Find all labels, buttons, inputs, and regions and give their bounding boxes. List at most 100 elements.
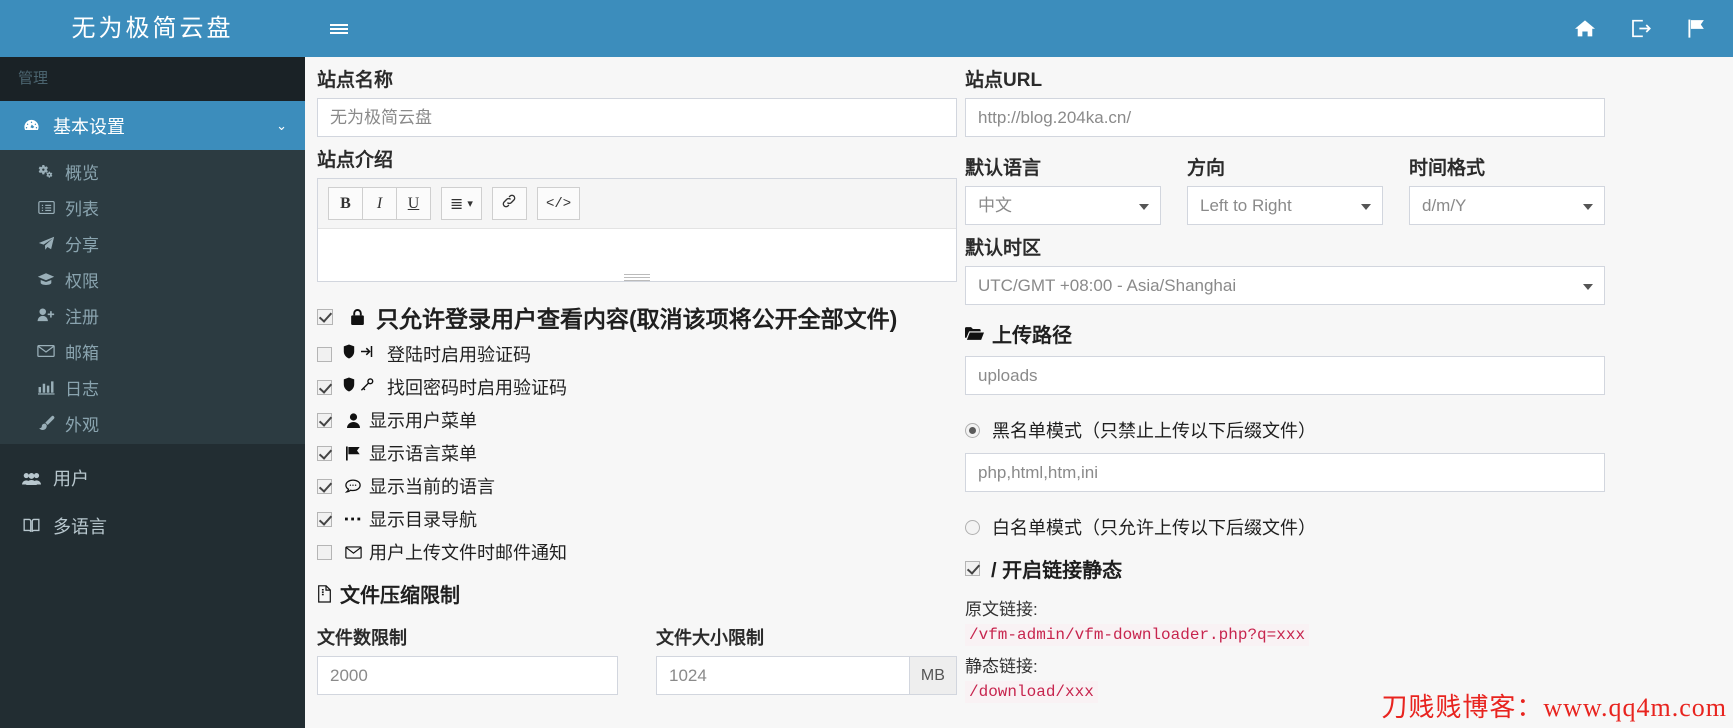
upload-path-title: 上传路径	[965, 319, 1605, 348]
sidebar: 无为极简云盘 管理 基本设置 ⌄ 概览 列表 分享 权限 注册 邮箱 日志 外观…	[0, 0, 305, 728]
static-link-row[interactable]: / 开启链接静态	[965, 554, 1605, 583]
time-format-select[interactable]: d/m/Y	[1409, 186, 1605, 225]
checkbox-label: 找回密码时启用验证码	[387, 378, 567, 398]
sidebar-divider	[0, 444, 305, 454]
sidebar-item-label: 多语言	[53, 517, 107, 537]
settings-checkbox-list: 只允许登录用户查看内容(取消该项将公开全部文件) 登陆时启用验证码 找回密码时启…	[317, 300, 957, 565]
blacklist-extensions-input[interactable]: php,html,htm,ini	[965, 453, 1605, 492]
checkbox-static-link[interactable]	[965, 561, 980, 576]
checkbox-row-login-only[interactable]: 只允许登录用户查看内容(取消该项将公开全部文件)	[317, 300, 957, 334]
sidebar-item-appearance[interactable]: 外观	[0, 405, 305, 441]
file-count-input[interactable]: 2000	[317, 656, 618, 695]
checkbox-upload-notify[interactable]	[317, 544, 332, 560]
chevron-down-icon	[1583, 203, 1593, 210]
checkbox-recover-captcha[interactable]	[317, 379, 332, 395]
shield-icon	[343, 377, 355, 397]
menu-toggle-button[interactable]	[321, 0, 357, 57]
blacklist-mode-row[interactable]: 黑名单模式（只禁止上传以下后缀文件）	[965, 417, 1605, 443]
checkbox-user-menu[interactable]	[317, 412, 332, 428]
bar-chart-icon	[34, 380, 58, 395]
checkbox-dir-nav[interactable]	[317, 511, 332, 527]
checkbox-row-upload-notify[interactable]: 用户上传文件时邮件通知	[317, 539, 957, 565]
underline-button[interactable]: U	[396, 187, 431, 220]
whitelist-mode-row[interactable]: 白名单模式（只允许上传以下后缀文件）	[965, 514, 1605, 540]
book-icon	[18, 518, 44, 534]
file-size-unit-addon: MB	[908, 656, 957, 695]
site-url-input[interactable]: http://blog.204ka.cn/	[965, 98, 1605, 137]
sidebar-item-label: 权限	[65, 271, 99, 291]
sidebar-item-users[interactable]: 用户	[0, 454, 305, 502]
sidebar-item-share[interactable]: 分享	[0, 225, 305, 261]
home-icon[interactable]	[1557, 0, 1613, 57]
default-language-group: 默认语言 中文	[965, 145, 1161, 225]
admin-page: 无为极简云盘 管理 基本设置 ⌄ 概览 列表 分享 权限 注册 邮箱 日志 外观…	[0, 0, 1733, 728]
sidebar-item-label: 注册	[65, 307, 99, 327]
editor-textarea[interactable]	[318, 229, 956, 281]
checkbox-row-lang-menu[interactable]: 显示语言菜单	[317, 440, 957, 466]
sidebar-item-basic-settings[interactable]: 基本设置 ⌄	[0, 101, 305, 150]
sidebar-item-log[interactable]: 日志	[0, 369, 305, 405]
upload-path-input[interactable]: uploads	[965, 356, 1605, 395]
link-button[interactable]	[491, 187, 527, 220]
top-header-actions	[1557, 0, 1725, 57]
default-language-select[interactable]: 中文	[965, 186, 1161, 225]
radio-whitelist-mode[interactable]	[965, 519, 980, 535]
timezone-select[interactable]: UTC/GMT +08:00 - Asia/Shanghai	[965, 266, 1605, 305]
shield-icon	[343, 344, 355, 364]
chevron-down-icon	[1139, 203, 1149, 210]
checkbox-row-current-lang[interactable]: 显示当前的语言	[317, 473, 957, 499]
direction-group: 方向 Left to Right	[1187, 145, 1383, 225]
folder-open-icon	[965, 326, 984, 341]
default-language-label: 默认语言	[965, 158, 1042, 179]
checkbox-current-lang[interactable]	[317, 478, 332, 494]
sidebar-submenu: 概览 列表 分享 权限 注册 邮箱 日志 外观	[0, 150, 305, 444]
sign-in-icon	[360, 345, 374, 363]
checkbox-lang-menu[interactable]	[317, 445, 332, 461]
direction-select[interactable]: Left to Right	[1187, 186, 1383, 225]
settings-left-column: 站点名称 无为极简云盘 站点介绍 B I U ≣ ▾ </> 只允许登录用户查看…	[317, 57, 957, 695]
site-intro-editor: B I U ≣ ▾ </>	[317, 178, 957, 282]
hamburger-bar	[330, 23, 348, 26]
resize-grip-icon[interactable]	[624, 272, 650, 281]
sidebar-item-overview[interactable]: 概览	[0, 153, 305, 189]
sidebar-item-permission[interactable]: 权限	[0, 261, 305, 297]
editor-link-group	[491, 187, 527, 220]
radio-label: 黑名单模式（只禁止上传以下后缀文件）	[992, 421, 1316, 441]
sign-out-icon[interactable]	[1613, 0, 1669, 57]
sidebar-item-label: 基本设置	[53, 116, 125, 137]
checkbox-label: 只允许登录用户查看内容(取消该项将公开全部文件)	[376, 306, 898, 332]
flag-icon	[343, 446, 363, 461]
sidebar-item-register[interactable]: 注册	[0, 297, 305, 333]
time-format-label: 时间格式	[1409, 158, 1486, 179]
watermark-text: 刀贱贱博客：www.qq4m.com	[1381, 693, 1727, 722]
bold-button[interactable]: B	[328, 187, 363, 220]
editor-align-group: ≣ ▾	[441, 187, 482, 220]
sidebar-item-list[interactable]: 列表	[0, 189, 305, 225]
checkbox-label: 登陆时启用验证码	[387, 345, 531, 365]
flag-icon[interactable]	[1669, 0, 1725, 57]
site-name-input[interactable]: 无为极简云盘	[317, 98, 957, 137]
section-title-label: 上传路径	[992, 325, 1072, 347]
align-button[interactable]: ≣ ▾	[441, 187, 482, 220]
lock-icon	[344, 308, 370, 326]
timezone-label: 默认时区	[965, 238, 1042, 259]
checkbox-login-captcha[interactable]	[317, 346, 332, 362]
italic-button[interactable]: I	[362, 187, 397, 220]
checkbox-row-dir-nav[interactable]: 显示目录导航	[317, 506, 957, 532]
radio-blacklist-mode[interactable]	[965, 422, 980, 438]
code-button[interactable]: </>	[536, 187, 581, 220]
compress-section-title: 文件压缩限制	[317, 579, 957, 608]
sidebar-item-languages[interactable]: 多语言	[0, 502, 305, 550]
envelope-icon	[34, 344, 58, 358]
checkbox-row-login-captcha[interactable]: 登陆时启用验证码	[317, 341, 957, 367]
checkbox-row-recover-captcha[interactable]: 找回密码时启用验证码	[317, 374, 957, 400]
file-size-input[interactable]: 1024	[656, 656, 909, 695]
paper-plane-icon	[34, 235, 58, 252]
checkbox-row-user-menu[interactable]: 显示用户菜单	[317, 407, 957, 433]
sidebar-item-email[interactable]: 邮箱	[0, 333, 305, 369]
link-icon	[501, 193, 517, 214]
shield-key-icons	[343, 377, 381, 397]
file-count-label: 文件数限制	[317, 628, 407, 648]
checkbox-login-only[interactable]	[317, 309, 333, 325]
editor-toolbar: B I U ≣ ▾ </>	[318, 179, 956, 229]
